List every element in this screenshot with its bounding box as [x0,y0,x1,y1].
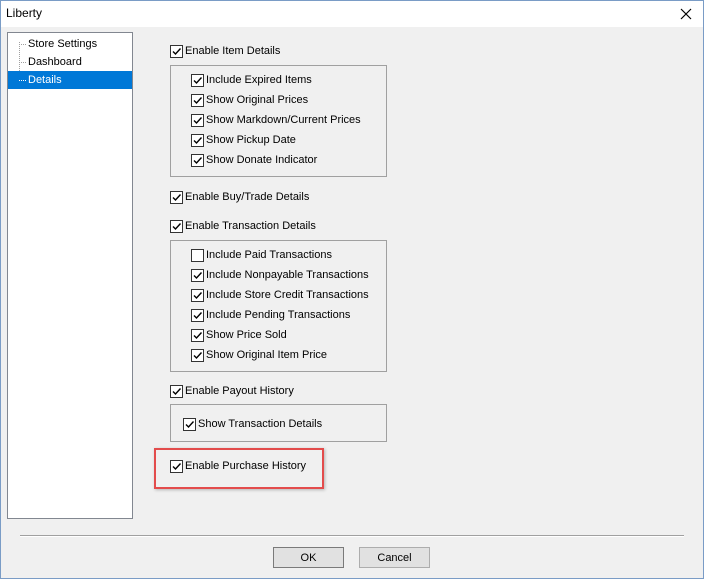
checkbox-label: Show Markdown/Current Prices [206,114,361,126]
checkbox-box[interactable] [191,73,204,87]
cancel-button[interactable]: Cancel [359,547,430,568]
include-paid-transactions-checkbox[interactable]: Include Paid Transactions [191,247,332,263]
enable-purchase-history-checkbox[interactable]: Enable Purchase History [170,458,306,474]
enable-buy-trade-details-checkbox[interactable]: Enable Buy/Trade Details [170,189,309,205]
checkbox-label: Include Pending Transactions [206,309,351,321]
checkbox-box[interactable] [170,190,183,204]
enable-transaction-details-checkbox[interactable]: Enable Transaction Details [170,218,316,234]
checkbox-label: Enable Payout History [185,385,294,397]
checkmark-icon [193,311,203,319]
title-bar[interactable]: Liberty [1,1,703,27]
checkbox-label: Include Store Credit Transactions [206,289,369,301]
show-transaction-details-checkbox[interactable]: Show Transaction Details [183,416,322,432]
include-pending-transactions-checkbox[interactable]: Include Pending Transactions [191,307,350,323]
show-markdown-current-prices-checkbox[interactable]: Show Markdown/Current Prices [191,112,361,128]
checkbox-label: Show Pickup Date [206,134,296,146]
checkmark-icon [193,96,203,104]
checkmark-icon [193,331,203,339]
checkmark-icon [193,136,203,144]
checkmark-icon [193,156,203,164]
checkbox-label: Enable Buy/Trade Details [185,191,310,203]
show-original-prices-checkbox[interactable]: Show Original Prices [191,92,308,108]
show-original-item-price-checkbox[interactable]: Show Original Item Price [191,347,327,363]
checkbox-box[interactable] [170,219,183,233]
checkbox-label: Include Nonpayable Transactions [206,269,369,281]
settings-tree[interactable]: Store Settings Dashboard Details [7,32,133,519]
footer-separator [20,535,684,537]
checkmark-icon [193,76,203,84]
checkbox-box[interactable] [191,133,204,147]
checkbox-label: Show Donate Indicator [206,154,318,166]
checkbox-box[interactable] [191,348,204,362]
checkmark-icon [193,116,203,124]
checkbox-box[interactable] [191,93,204,107]
checkbox-box[interactable] [191,328,204,342]
checkbox-box[interactable] [191,288,204,302]
checkbox-box[interactable] [191,248,204,262]
checkmark-icon [172,47,182,55]
checkmark-icon [185,420,195,428]
enable-item-details-checkbox[interactable]: Enable Item Details [170,43,280,59]
checkbox-label: Show Price Sold [206,329,287,341]
checkbox-label: Enable Item Details [185,45,281,57]
checkbox-label: Show Original Prices [206,94,309,106]
window-title: Liberty [6,6,43,20]
tree-item-dashboard[interactable]: Dashboard [8,53,132,71]
tree-item-store-settings[interactable]: Store Settings [8,35,132,53]
checkbox-box[interactable] [191,113,204,127]
tree-connector [19,80,26,81]
checkbox-label: Show Original Item Price [206,349,328,361]
checkbox-box[interactable] [170,44,183,58]
checkbox-label: Enable Transaction Details [185,220,316,232]
tree-item-details[interactable]: Details [8,71,132,89]
dialog-window: Liberty Store Settings Dashboard Details… [0,0,704,579]
tree-connector [19,62,26,63]
show-donate-indicator-checkbox[interactable]: Show Donate Indicator [191,152,317,168]
checkmark-icon [172,193,182,201]
checkbox-label: Include Expired Items [206,74,312,86]
tree-item-label: Store Settings [28,38,98,50]
checkmark-icon [172,222,182,230]
checkmark-icon [193,291,203,299]
checkmark-icon [172,462,182,470]
enable-payout-history-checkbox[interactable]: Enable Payout History [170,383,294,399]
checkbox-box[interactable] [170,384,183,398]
show-pickup-date-checkbox[interactable]: Show Pickup Date [191,132,296,148]
checkbox-box[interactable] [191,153,204,167]
tree-connector [19,44,26,45]
include-store-credit-transactions-checkbox[interactable]: Include Store Credit Transactions [191,287,369,303]
include-expired-items-checkbox[interactable]: Include Expired Items [191,72,312,88]
close-button[interactable] [669,1,703,27]
tree-item-label: Details [28,74,62,86]
checkmark-icon [172,387,182,395]
checkbox-label: Include Paid Transactions [206,249,332,261]
checkbox-box[interactable] [191,268,204,282]
checkbox-label: Show Transaction Details [198,418,323,430]
tree-item-label: Dashboard [28,56,82,68]
checkmark-icon [193,271,203,279]
checkbox-box[interactable] [170,459,183,473]
close-icon [680,8,692,20]
checkbox-label: Enable Purchase History [185,460,307,472]
show-price-sold-checkbox[interactable]: Show Price Sold [191,327,287,343]
checkbox-box[interactable] [183,417,196,431]
checkmark-icon [193,351,203,359]
include-nonpayable-transactions-checkbox[interactable]: Include Nonpayable Transactions [191,267,369,283]
ok-button[interactable]: OK [273,547,344,568]
checkbox-box[interactable] [191,308,204,322]
